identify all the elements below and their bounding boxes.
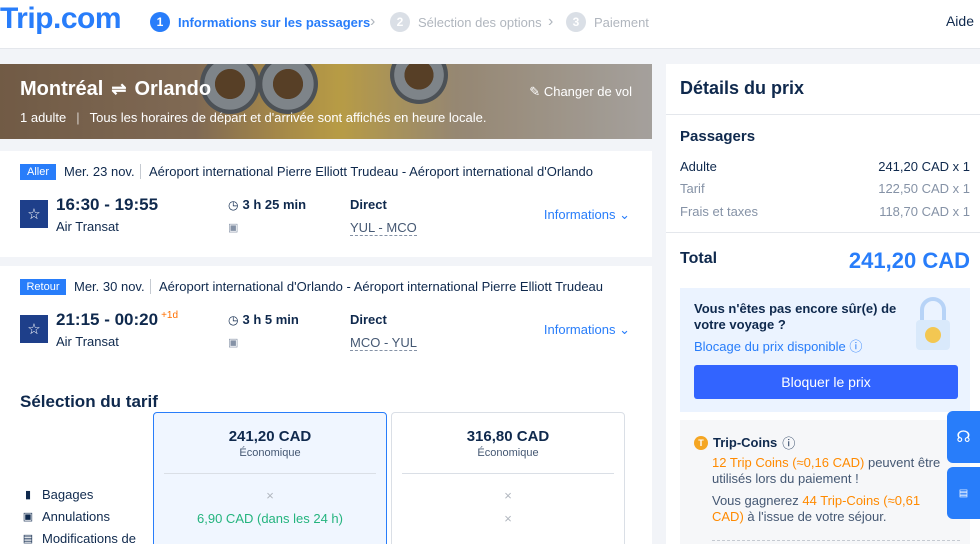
fare-price: 316,80 CAD xyxy=(466,428,550,445)
airline-logo-icon: ☆ xyxy=(20,315,48,343)
feature-cancellation: ▣ Annulations xyxy=(22,509,110,524)
price-lock-box: Vous n'êtes pas encore sûr(e) de votre v… xyxy=(680,288,970,412)
step-label: Paiement xyxy=(594,14,649,30)
fare-selection: Sélection du tarif ▮ Bagages ▣ Annulations… xyxy=(0,372,652,544)
stops-label: Direct xyxy=(350,197,387,212)
airport-codes[interactable]: YUL - MCO xyxy=(350,220,417,236)
app-download-icon[interactable]: ▤ xyxy=(947,467,980,519)
lock-price-button[interactable]: Bloquer le prix xyxy=(694,365,958,399)
step-payment: 3 Paiement xyxy=(566,12,649,32)
price-details-panel: Détails du prix Passagers Adulte 241,20 C… xyxy=(666,64,980,544)
day-offset: +1d xyxy=(161,310,179,322)
padlock-icon xyxy=(916,297,950,350)
calendar-icon: ▤ xyxy=(22,533,34,544)
stops-label: Direct xyxy=(350,312,387,327)
total-label: Total xyxy=(680,250,718,267)
origin-city: Montréal xyxy=(20,78,104,100)
segment-date: Mer. 30 nov. xyxy=(74,279,145,294)
meal-icon: ▣ xyxy=(228,222,239,234)
fare-baggage: × xyxy=(266,488,274,503)
ticket-icon: ▣ xyxy=(22,511,34,523)
trip-meta: 1 adulte | Tous les horaires de départ et … xyxy=(20,110,487,125)
airline-logo-icon: ☆ xyxy=(20,200,48,228)
return-segment: Retour Mer. 30 nov. Aéroport internation… xyxy=(0,266,652,372)
round-trip-icon: ⇌ xyxy=(111,79,127,99)
flight-info-link[interactable]: Informations ⌄ xyxy=(544,322,630,338)
trip-coins-box: T Trip-Coins ⓘ 12 Trip Coins (≈0,16 CAD) p… xyxy=(680,420,970,544)
segment-tag: Retour xyxy=(20,279,66,295)
airline-name: Air Transat xyxy=(56,219,119,234)
feature-changes: ▤ Modifications de xyxy=(22,531,136,544)
airport-codes[interactable]: MCO - YUL xyxy=(350,335,417,351)
coin-icon: T xyxy=(694,435,708,450)
flight-times: 21:15 - 00:20 +1d xyxy=(56,310,179,329)
coins-earn-text: Vous gagnerez 44 Trip-Coins (≈0,61 CAD) … xyxy=(712,493,921,524)
baggage-icon: ▮ xyxy=(24,489,32,501)
airline-name: Air Transat xyxy=(56,334,119,349)
help-circle-icon: ⓘ xyxy=(782,436,796,451)
flight-duration: ◷ 3 h 5 min xyxy=(228,312,299,327)
fare-baggage: × xyxy=(504,488,512,503)
step-options: 2 Sélection des options xyxy=(390,12,542,32)
price-lock-link[interactable]: Blocage du prix disponible ⓘ xyxy=(694,336,862,355)
step-number: 2 xyxy=(390,12,410,32)
step-label: Sélection des options xyxy=(418,14,542,30)
passengers-title: Passagers xyxy=(680,128,756,145)
edit-icon: ✎ xyxy=(529,84,541,99)
passenger-count: 1 adulte xyxy=(20,110,67,125)
segment-airports: Aéroport international Pierre Elliott Tr… xyxy=(140,164,593,179)
panel-title: Détails du prix xyxy=(680,78,805,98)
fare-cancellation: × xyxy=(504,511,512,526)
price-row-adult: Adulte 241,20 CAD x 1 xyxy=(680,159,970,174)
fare-class: Économique xyxy=(239,447,301,459)
outbound-segment: Aller Mer. 23 nov. Aéroport internationa… xyxy=(0,151,652,257)
step-number: 3 xyxy=(566,12,586,32)
support-headset-icon[interactable]: ☊ xyxy=(947,411,980,463)
help-link[interactable]: Aide xyxy=(946,13,974,29)
step-label: Informations sur les passagers xyxy=(178,14,371,30)
chevron-down-icon: ⌄ xyxy=(619,207,630,222)
chevron-down-icon: ⌄ xyxy=(619,322,630,337)
feature-baggage: ▮ Bagages xyxy=(22,487,93,502)
meal-icon: ▣ xyxy=(228,337,239,349)
info-icon: ⓘ xyxy=(849,339,863,354)
fare-option[interactable]: 241,20 CAD Économique × 6,90 CAD (dans l… xyxy=(153,412,387,544)
flight-column: Montréal ⇌ Orlando 1 adulte | Tous les hor… xyxy=(0,64,652,544)
segment-date: Mer. 23 nov. xyxy=(64,164,135,179)
trip-coins-title: T Trip-Coins ⓘ xyxy=(694,433,795,452)
chevron-right-icon: › xyxy=(548,13,554,30)
segment-airports: Aéroport international d'Orlando - Aérop… xyxy=(150,279,603,294)
clock-icon: ◷ xyxy=(228,197,239,212)
total-price: 241,20 CAD xyxy=(848,248,970,273)
trip-logo[interactable]: Trip.com xyxy=(0,2,122,36)
chevron-right-icon: › xyxy=(370,13,376,30)
clock-icon: ◷ xyxy=(228,312,239,327)
destination-city: Orlando xyxy=(134,78,212,100)
price-row-taxes: Frais et taxes 118,70 CAD x 1 xyxy=(680,204,970,219)
section-title: Sélection du tarif xyxy=(20,392,158,411)
fare-price: 241,20 CAD xyxy=(228,428,312,445)
timezone-note: Tous les horaires de départ et d'arrivée… xyxy=(89,110,487,125)
step-passenger-info: 1 Informations sur les passagers xyxy=(150,12,370,32)
coins-usable-text: 12 Trip Coins (≈0,16 CAD) peuvent être u… xyxy=(712,455,941,486)
fare-option[interactable]: 316,80 CAD Économique × × xyxy=(391,412,625,544)
fare-cancellation: 6,90 CAD (dans les 24 h) xyxy=(197,511,343,526)
route-banner: Montréal ⇌ Orlando 1 adulte | Tous les hor… xyxy=(0,64,652,139)
segment-tag: Aller xyxy=(20,164,56,180)
top-header: Trip.com 1 Informations sur les passager… xyxy=(0,0,980,49)
flight-info-link[interactable]: Informations ⌄ xyxy=(544,207,630,223)
route-title: Montréal ⇌ Orlando xyxy=(20,78,211,101)
flight-times: 16:30 - 19:55 xyxy=(56,195,159,214)
price-lock-question: Vous n'êtes pas encore sûr(e) de votre v… xyxy=(694,301,897,332)
fare-class: Économique xyxy=(477,447,539,459)
change-flight-link[interactable]: ✎ Changer de vol xyxy=(529,84,632,100)
flight-duration: ◷ 3 h 25 min xyxy=(228,197,307,212)
price-row-fare: Tarif 122,50 CAD x 1 xyxy=(680,181,970,196)
step-number: 1 xyxy=(150,12,170,32)
